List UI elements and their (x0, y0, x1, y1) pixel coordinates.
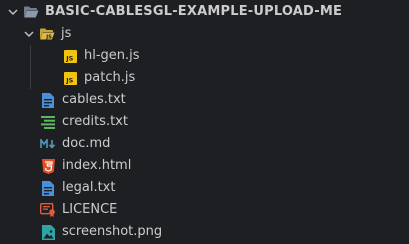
folder-js-icon: JS (39, 26, 55, 42)
file-label: patch.js (84, 70, 136, 85)
svg-text:JS: JS (65, 54, 73, 62)
file-label: cables.txt (62, 92, 126, 107)
file-label: legal.txt (62, 180, 116, 195)
tree-file-credits-txt[interactable]: credits.txt (0, 111, 409, 133)
tree-file-screenshot-png[interactable]: screenshot.png (0, 221, 409, 243)
svg-text:JS: JS (45, 34, 52, 40)
markdown-file-icon (40, 136, 56, 152)
javascript-file-icon: JS (62, 48, 78, 64)
svg-text:JS: JS (65, 76, 73, 84)
tree-file-hl-gen-js[interactable]: JS hl-gen.js (0, 45, 409, 67)
folder-open-icon (23, 4, 39, 20)
folder-js-label: js (61, 26, 72, 41)
text-file-icon (40, 180, 56, 196)
file-label: hl-gen.js (84, 48, 140, 63)
tree-file-cables-txt[interactable]: cables.txt (0, 89, 409, 111)
file-label: index.html (62, 158, 132, 173)
tree-file-legal-txt[interactable]: legal.txt (0, 177, 409, 199)
license-file-icon (40, 202, 56, 218)
file-label: doc.md (62, 136, 111, 151)
chevron-down-icon[interactable] (5, 4, 21, 20)
text-file-icon (40, 92, 56, 108)
file-label: LICENCE (62, 202, 118, 217)
lines-file-icon (40, 114, 56, 130)
tree-folder-js[interactable]: JS js (0, 23, 409, 45)
tree-root-folder[interactable]: BASIC-CABLESGL-EXAMPLE-UPLOAD-ME (0, 1, 409, 23)
javascript-file-icon: JS (62, 70, 78, 86)
tree-file-doc-md[interactable]: doc.md (0, 133, 409, 155)
file-label: screenshot.png (62, 224, 163, 239)
root-folder-label: BASIC-CABLESGL-EXAMPLE-UPLOAD-ME (45, 4, 343, 19)
file-explorer: BASIC-CABLESGL-EXAMPLE-UPLOAD-ME JS js J… (0, 0, 409, 244)
tree-file-index-html[interactable]: index.html (0, 155, 409, 177)
chevron-down-icon[interactable] (21, 26, 37, 42)
image-file-icon (40, 224, 56, 240)
tree-file-licence[interactable]: LICENCE (0, 199, 409, 221)
tree-file-patch-js[interactable]: JS patch.js (0, 67, 409, 89)
html-file-icon (40, 158, 56, 174)
file-label: credits.txt (62, 114, 128, 129)
